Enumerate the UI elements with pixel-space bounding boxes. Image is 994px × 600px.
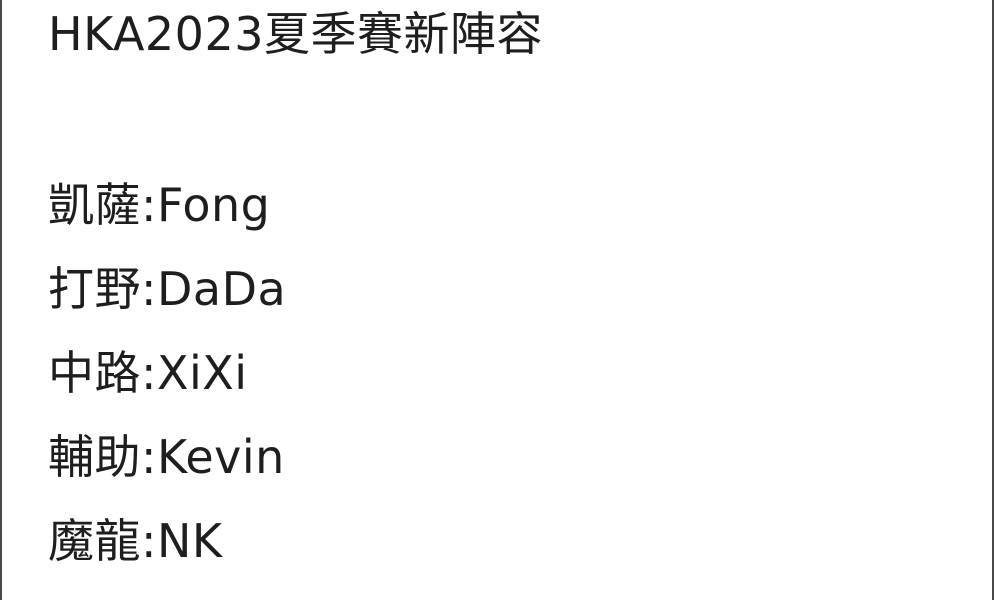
roster-line-dragon: 魔龍:NK: [48, 514, 223, 568]
roster-line-carry: 凱薩:Fong: [48, 178, 271, 232]
roster-line-jungle: 打野:DaDa: [48, 262, 287, 316]
post-title: HKA2023夏季賽新陣容: [48, 7, 543, 61]
roster-line-mid: 中路:XiXi: [48, 346, 248, 400]
roster-line-support: 輔助:Kevin: [48, 430, 285, 484]
roster-list: 凱薩:Fong 打野:DaDa 中路:XiXi 輔助:Kevin 魔龍:NK: [48, 163, 286, 583]
post-screen: HKA2023夏季賽新陣容 凱薩:Fong 打野:DaDa 中路:XiXi 輔助…: [0, 0, 994, 600]
